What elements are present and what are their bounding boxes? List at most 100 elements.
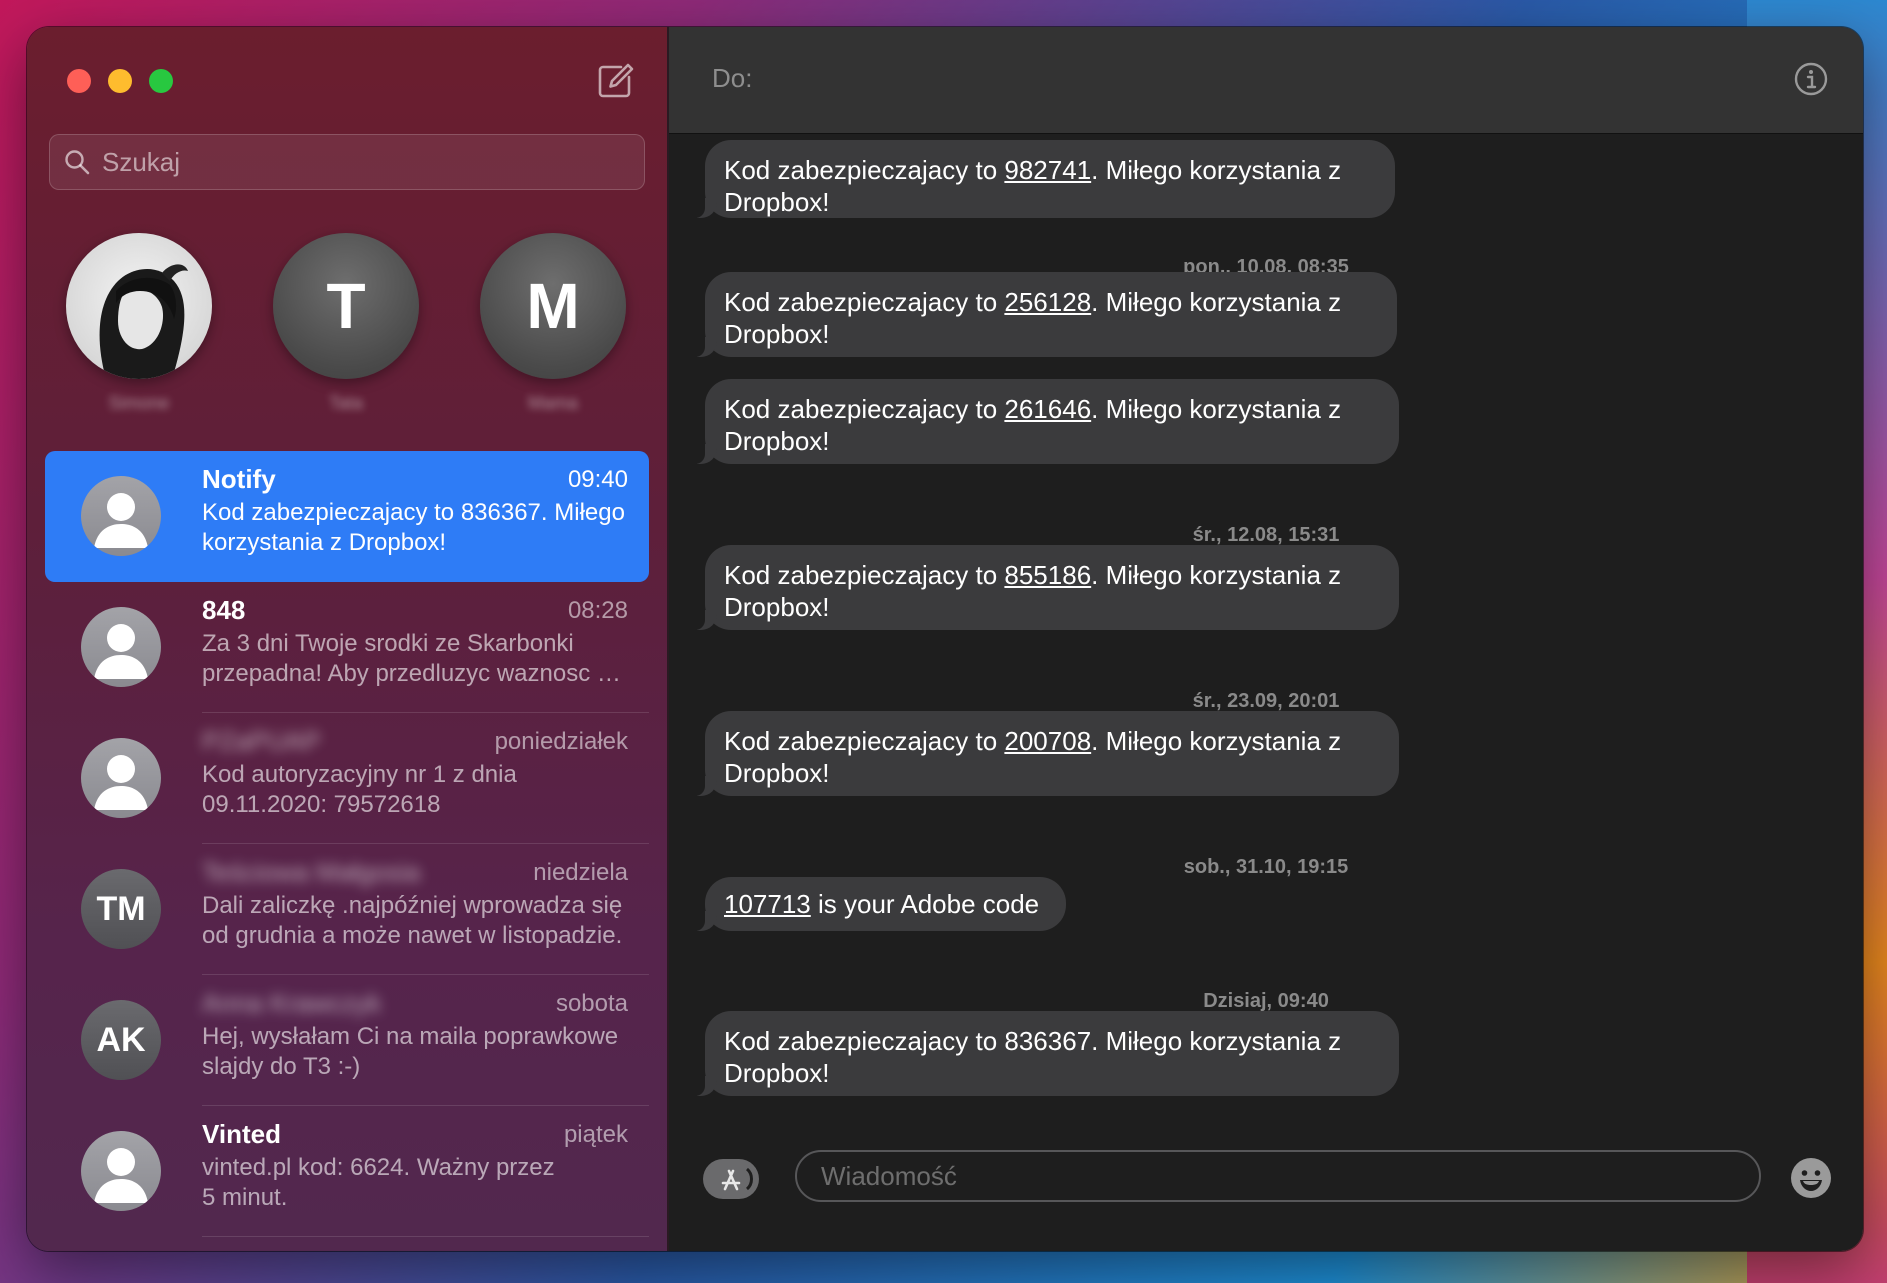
code-link[interactable]: 200708: [1004, 726, 1091, 756]
message-text: Kod zabezpieczajacy to 261646. Miłego ko…: [724, 393, 1380, 425]
window-controls: [67, 69, 173, 93]
minimize-button[interactable]: [108, 69, 132, 93]
pinned-contact-name: Tata: [328, 393, 364, 413]
conversation-preview: Dali zaliczkę .najpóźniej wprowadza się …: [202, 891, 632, 951]
sidebar: Simone T Tata M Mama Notify 09:40 Kod za…: [27, 27, 669, 1251]
message-input[interactable]: [795, 1150, 1761, 1202]
conversation-row[interactable]: 848 08:28 Za 3 dni Twoje srodki ze Skarb…: [45, 582, 649, 713]
message-text: Dropbox!: [724, 592, 830, 622]
messages-window: Simone T Tata M Mama Notify 09:40 Kod za…: [27, 27, 1863, 1251]
pinned-contact-name: Mama: [527, 393, 578, 413]
code-link[interactable]: 855186: [1004, 560, 1091, 590]
conversation-time: 09:40: [567, 466, 628, 493]
person-icon: [81, 476, 161, 556]
message-text: Kod zabezpieczajacy to 836367. Miłego ko…: [724, 1025, 1380, 1057]
conversation-preview: Hej, wysłałam Ci na maila poprawkowe sla…: [202, 1022, 632, 1082]
code-link[interactable]: 256128: [1004, 287, 1091, 317]
conversation-row[interactable]: Notify 09:40 Kod zabezpieczajacy to 8363…: [45, 451, 649, 582]
message-text: Kod zabezpieczajacy to 982741. Miłego ko…: [724, 154, 1376, 186]
pinned-contact[interactable]: M Mama: [480, 233, 626, 415]
avatar: M: [480, 233, 626, 379]
person-icon: [81, 738, 161, 818]
app-store-button[interactable]: [703, 1159, 759, 1199]
code-link[interactable]: 982741: [1004, 155, 1091, 185]
app-store-icon: [721, 1167, 753, 1191]
conversation-row[interactable]: Vinted piątek vinted.pl kod: 6624. Ważny…: [45, 1106, 649, 1237]
conversation-row[interactable]: PZaPUAP poniedziałek Kod autoryzacyjny n…: [45, 713, 649, 844]
message-text-part: . Miłego korzystania z: [1091, 394, 1342, 424]
emoji-icon: [1791, 1158, 1831, 1198]
conversation-name: Vinted: [202, 1119, 281, 1149]
details-button[interactable]: [1793, 61, 1829, 97]
conversation-preview: Za 3 dni Twoje srodki ze Skarbonki przep…: [202, 629, 632, 689]
chat-header: Do:: [669, 27, 1863, 134]
message-text: Kod zabezpieczajacy to 200708. Miłego ko…: [724, 725, 1380, 757]
message-text-part: Kod zabezpieczajacy to: [724, 560, 1005, 590]
chat-pane: Do: Kod zabezpieczajacy to 982741. Miłeg…: [669, 27, 1863, 1251]
message-timestamp: śr., 12.08, 15:31: [1192, 524, 1340, 546]
conversation-name: Teściowa Małgosia: [202, 857, 421, 887]
conversation-name: Anna Krawczyk: [202, 988, 382, 1018]
message-text-part: is your Adobe code: [810, 889, 1040, 919]
message-text: Kod zabezpieczajacy to 256128. Miłego ko…: [724, 286, 1378, 318]
pinned-contact[interactable]: Simone: [66, 233, 212, 415]
conversation-time: sobota: [555, 990, 628, 1017]
message-bubble[interactable]: Kod zabezpieczajacy to 855186. Miłego ko…: [695, 545, 1399, 630]
message-text-part: . Miłego korzystania z: [1091, 287, 1342, 317]
conversation-row[interactable]: TM Teściowa Małgosia niedziela Dali zali…: [45, 844, 649, 975]
code-link[interactable]: 261646: [1004, 394, 1091, 424]
conversation-preview: vinted.pl kod: 6624. Ważny przez 5 minut…: [202, 1153, 632, 1213]
info-icon: [1794, 62, 1828, 96]
message-bubble[interactable]: Kod zabezpieczajacy to 982741. Miłego ko…: [695, 140, 1395, 218]
message-text-part: Kod zabezpieczajacy to: [724, 394, 1005, 424]
message-bubble[interactable]: Kod zabezpieczajacy to 261646. Miłego ko…: [695, 379, 1399, 464]
message-text: Kod zabezpieczajacy to 855186. Miłego ko…: [724, 559, 1380, 591]
pinned-contact[interactable]: T Tata: [273, 233, 419, 415]
conversation-row[interactable]: AK Anna Krawczyk sobota Hej, wysłałam Ci…: [45, 975, 649, 1106]
emoji-button[interactable]: [1789, 1156, 1833, 1200]
message-timestamp: sob., 31.10, 19:15: [1183, 856, 1349, 878]
conversation-list: Notify 09:40 Kod zabezpieczajacy to 8363…: [45, 451, 649, 1237]
conversation-time: 08:28: [567, 597, 628, 624]
message-text-part: Kod zabezpieczajacy to 836367. Miłego ko…: [724, 1026, 1342, 1056]
message-bubble[interactable]: 107713 is your Adobe code: [695, 877, 1066, 931]
close-button[interactable]: [67, 69, 91, 93]
conversation-time: piątek: [563, 1121, 628, 1148]
compose-button[interactable]: [595, 61, 635, 101]
recipient-label: Do:: [712, 63, 753, 93]
message-text: Dropbox!: [724, 319, 830, 349]
message-text-part: . Miłego korzystania z: [1091, 155, 1342, 185]
conversation-name: Notify: [202, 464, 276, 494]
message-bubble[interactable]: Kod zabezpieczajacy to 256128. Miłego ko…: [695, 272, 1397, 357]
preview-line: korzystania z Dropbox!: [202, 529, 447, 556]
preview-line: slajdy do T3 :-): [202, 1053, 361, 1080]
message-text: 107713 is your Adobe code: [724, 888, 1047, 920]
compose-icon: [598, 63, 634, 98]
search-input[interactable]: [100, 145, 644, 179]
zoom-button[interactable]: [149, 69, 173, 93]
composer-bar: [669, 1136, 1863, 1251]
message-text-part: Kod zabezpieczajacy to: [724, 726, 1005, 756]
avatar: [66, 233, 212, 379]
conversation-time: poniedziałek: [494, 728, 628, 755]
message-bubble[interactable]: Kod zabezpieczajacy to 836367. Miłego ko…: [695, 1011, 1399, 1096]
preview-line: Za 3 dni Twoje srodki ze Skarbonki: [202, 630, 574, 657]
conversation-time: niedziela: [533, 859, 628, 886]
message-bubble[interactable]: Kod zabezpieczajacy to 200708. Miłego ko…: [695, 711, 1399, 796]
message-timestamp: śr., 23.09, 20:01: [1192, 690, 1340, 712]
preview-line: Kod zabezpieczajacy to 836367. Miłego: [202, 499, 625, 526]
preview-line: Kod autoryzacyjny nr 1 z dnia: [202, 761, 517, 788]
search-field[interactable]: [49, 134, 645, 190]
avatar: TM: [81, 869, 161, 949]
pinned-contact-name: Simone: [108, 393, 170, 413]
person-icon: [81, 1131, 161, 1211]
message-text: Dropbox!: [724, 426, 830, 456]
pinned-conversations: Simone T Tata M Mama: [66, 233, 626, 415]
code-link[interactable]: 107713: [724, 889, 811, 919]
message-text-part: Kod zabezpieczajacy to: [724, 287, 1005, 317]
message-text: Dropbox!: [724, 758, 830, 788]
preview-line: od grudnia a może nawet w listopadzie.: [202, 922, 623, 949]
conversation-name: PZaPUAP: [202, 726, 321, 756]
person-icon: [81, 607, 161, 687]
avatar: T: [273, 233, 419, 379]
